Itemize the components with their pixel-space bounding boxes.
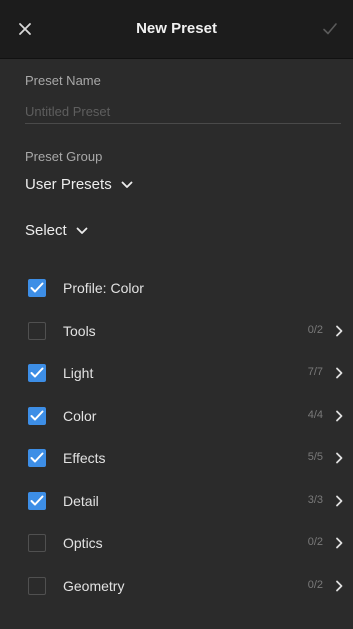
preset-group-label: Preset Group	[25, 149, 103, 164]
preset-group-dropdown[interactable]: User Presets	[25, 176, 133, 193]
checkmark-icon	[30, 410, 44, 420]
preset-form: Preset Name Preset Group User Presets Se…	[0, 59, 353, 629]
setting-label: Detail	[63, 492, 99, 509]
checkbox[interactable]	[28, 321, 46, 340]
setting-count: 0/2	[307, 578, 323, 591]
confirm-button[interactable]	[317, 16, 343, 42]
preset-name-input[interactable]	[25, 99, 341, 124]
setting-count: 4/4	[307, 408, 323, 421]
checkbox[interactable]	[28, 491, 46, 510]
setting-count: 3/3	[307, 493, 323, 506]
page-title: New Preset	[136, 20, 217, 37]
chevron-right-icon[interactable]	[335, 537, 343, 549]
setting-row[interactable]: Color 4/4	[0, 398, 353, 434]
chevron-right-icon[interactable]	[335, 325, 343, 337]
checkmark-icon	[323, 23, 337, 35]
checkmark-icon	[30, 282, 44, 293]
setting-row[interactable]: Effects 5/5	[0, 440, 353, 476]
setting-count: 0/2	[307, 536, 323, 548]
chevron-right-icon[interactable]	[335, 495, 343, 507]
top-bar: New Preset	[0, 0, 353, 59]
setting-row[interactable]: Light 7/7	[0, 355, 353, 391]
checkmark-icon	[30, 367, 44, 378]
setting-label: Light	[63, 365, 94, 381]
setting-row[interactable]: Optics 0/2	[0, 525, 353, 561]
chevron-down-icon	[121, 181, 133, 188]
setting-label: Effects	[63, 450, 106, 466]
chevron-down-icon	[76, 227, 88, 234]
setting-row[interactable]: Profile: Color	[0, 270, 353, 306]
preset-group-value: User Presets	[25, 176, 112, 193]
checkbox[interactable]	[28, 534, 46, 552]
setting-row[interactable]: Geometry 0/2	[0, 568, 353, 604]
setting-label: Optics	[63, 535, 103, 551]
checkbox[interactable]	[28, 449, 46, 467]
setting-row[interactable]: Detail 3/3	[0, 483, 353, 519]
chevron-right-icon[interactable]	[335, 452, 343, 464]
select-dropdown[interactable]: Select	[25, 222, 88, 239]
select-label: Select	[25, 222, 67, 239]
preset-name-label: Preset Name	[25, 73, 101, 88]
checkbox[interactable]	[28, 279, 46, 297]
setting-row[interactable]: Tools 0/2	[0, 313, 353, 349]
checkbox[interactable]	[28, 406, 46, 425]
checkbox[interactable]	[28, 576, 46, 595]
setting-count: 5/5	[307, 451, 323, 463]
chevron-right-icon[interactable]	[335, 580, 343, 592]
checkbox[interactable]	[28, 364, 46, 382]
setting-label: Profile: Color	[63, 280, 144, 296]
setting-count: 0/2	[307, 323, 323, 336]
chevron-right-icon[interactable]	[335, 410, 343, 422]
setting-label: Geometry	[63, 577, 125, 594]
checkmark-icon	[30, 495, 44, 505]
setting-label: Tools	[63, 322, 96, 339]
setting-label: Color	[63, 407, 97, 424]
checkmark-icon	[30, 452, 44, 463]
chevron-right-icon[interactable]	[335, 367, 343, 379]
setting-count: 7/7	[307, 366, 323, 378]
